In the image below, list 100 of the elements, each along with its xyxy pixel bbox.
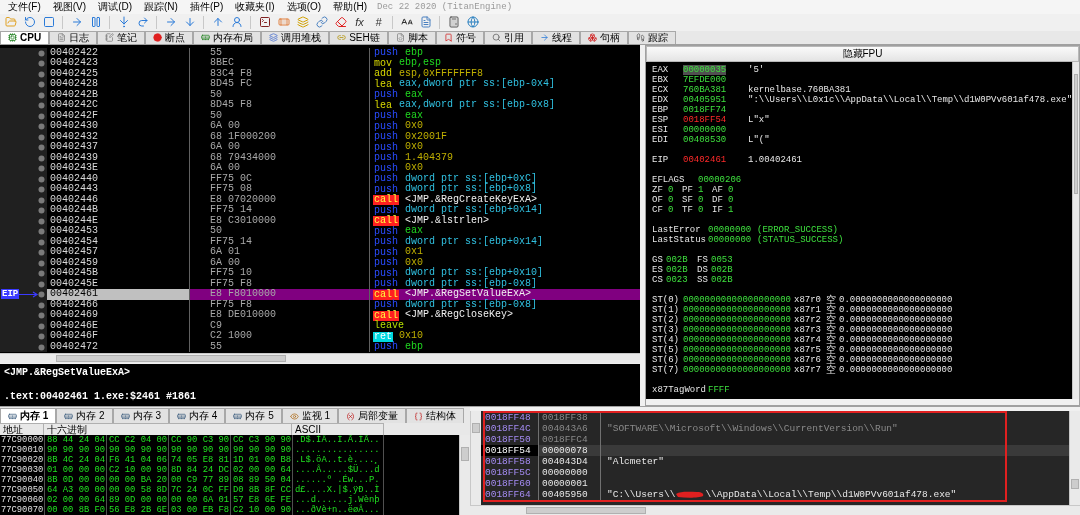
flag-value[interactable]: 0 — [728, 184, 734, 195]
register-value[interactable]: 002B — [711, 274, 733, 285]
mnemonic: call — [373, 289, 399, 300]
register-value[interactable]: 00000000 — [683, 124, 727, 135]
bullet-icon[interactable] — [38, 249, 45, 257]
flag-value[interactable]: 1 — [728, 204, 734, 215]
register-value[interactable]: 00000000000000000000 — [683, 304, 792, 315]
flag-value[interactable]: 0 — [728, 194, 734, 205]
menu-item[interactable]: 文件(F) — [2, 0, 47, 14]
menu-item[interactable]: 跟踪(N) — [138, 0, 184, 14]
bullet-icon[interactable] — [38, 112, 45, 120]
bullet-icon[interactable] — [38, 301, 45, 309]
bullet-icon[interactable] — [38, 175, 45, 183]
flag-value[interactable]: 1 — [698, 184, 704, 195]
tab[interactable]: 内存 5 — [225, 408, 282, 423]
tab[interactable]: 内存 1 — [0, 408, 57, 423]
bullet-icon[interactable] — [38, 270, 45, 278]
bullet-icon[interactable] — [38, 49, 45, 57]
tab[interactable]: 结构体 — [406, 408, 465, 423]
scrollbar[interactable] — [1072, 61, 1079, 399]
bullet-icon[interactable] — [38, 333, 45, 341]
scrollbar[interactable] — [1069, 411, 1080, 505]
register-value[interactable]: 002B — [666, 264, 688, 275]
flag-value[interactable]: 0 — [698, 194, 704, 205]
scrollbar[interactable] — [459, 435, 470, 515]
bullet-icon[interactable] — [38, 165, 45, 173]
menu-item[interactable]: 收藏夹(I) — [229, 0, 281, 14]
bullet-icon[interactable] — [38, 259, 45, 267]
bullet-icon[interactable] — [38, 81, 45, 89]
scrollbar[interactable] — [0, 352, 640, 363]
register-value[interactable]: 00000000000000000000 — [683, 294, 792, 305]
register-value[interactable]: 00000000000000000000 — [683, 314, 792, 325]
bullet-icon[interactable] — [38, 144, 45, 152]
tab[interactable]: 内存 4 — [169, 408, 226, 423]
toolbar-button[interactable] — [257, 14, 272, 30]
register-value[interactable]: 00000206 — [698, 174, 742, 185]
register-value[interactable]: 00402461 — [683, 154, 727, 165]
register-value[interactable]: 00000035 — [683, 64, 727, 75]
bullet-icon[interactable] — [38, 207, 45, 215]
bullet-icon[interactable] — [38, 228, 45, 236]
bullet-icon[interactable] — [38, 133, 45, 141]
hex-bytes: D0 8B 8F CC — [230, 485, 292, 495]
tab[interactable]: 监视 1 — [281, 408, 339, 423]
register-name: EBP — [652, 104, 670, 115]
flag-value[interactable]: 0 — [698, 204, 704, 215]
register-value[interactable]: 00000000000000000000 — [683, 324, 792, 335]
register-value[interactable]: 760BA381 — [683, 84, 727, 95]
hide-fpu-button[interactable]: 隐藏FPU — [646, 45, 1079, 62]
register-value[interactable]: 0053 — [711, 254, 733, 265]
register-name: EDI — [652, 134, 670, 145]
bullet-icon[interactable] — [38, 343, 45, 351]
bullet-icon[interactable] — [38, 91, 45, 99]
bullet-icon[interactable] — [38, 154, 45, 162]
bullet-icon[interactable] — [38, 312, 45, 320]
register-value[interactable]: 00000000000000000000 — [683, 354, 792, 365]
register-value[interactable]: 00405951 — [683, 94, 727, 105]
flag-value[interactable]: 0 — [668, 184, 674, 195]
register-value[interactable]: FFFF — [708, 384, 730, 395]
bullet-icon[interactable] — [38, 60, 45, 68]
register-value[interactable]: 7EFDE000 — [683, 74, 727, 85]
register-value[interactable]: 00000000 — [708, 224, 752, 235]
register-value[interactable]: 00000000000000000000 — [683, 344, 792, 355]
register-value[interactable]: 0023 — [666, 274, 688, 285]
menu-item[interactable]: 选项(O) — [280, 0, 328, 14]
menu-item[interactable]: 调试(D) — [92, 0, 138, 14]
bullet-icon[interactable] — [38, 291, 45, 299]
tab[interactable]: 内存 2 — [56, 408, 113, 423]
menu-item[interactable]: 帮助(H) — [327, 0, 374, 14]
tab[interactable]: 内存 3 — [112, 408, 170, 423]
bullet-icon[interactable] — [38, 238, 45, 246]
bullet-icon[interactable] — [38, 280, 45, 288]
register-value[interactable]: 00408530 — [683, 134, 727, 145]
register-value[interactable]: 0018FF54 — [683, 114, 727, 125]
scrollbar[interactable] — [470, 411, 481, 505]
bullet-icon[interactable] — [38, 102, 45, 110]
tab[interactable]: 局部变量 — [338, 408, 407, 423]
register-value[interactable]: 002B — [711, 264, 733, 275]
menu-item[interactable]: 插件(P) — [183, 0, 230, 14]
register-value[interactable]: 00000000 — [708, 234, 752, 245]
bullet-icon[interactable] — [38, 186, 45, 194]
register-value[interactable]: 0018FF74 — [683, 104, 727, 115]
register-comment: L"x" — [748, 114, 771, 125]
bullet-icon[interactable] — [38, 123, 45, 131]
flag-value[interactable]: 0 — [668, 194, 674, 205]
ascii-text: ................ — [292, 445, 384, 455]
flag-value[interactable]: 0 — [668, 204, 674, 215]
register-value[interactable]: 002B — [666, 254, 688, 265]
menu-item[interactable]: 视图(V) — [46, 0, 93, 14]
hex-bytes: C2 10 00 90 — [106, 465, 168, 475]
register-value[interactable]: 00000000000000000000 — [683, 364, 792, 375]
bullet-icon[interactable] — [38, 217, 45, 225]
toolbar-button[interactable]: fx — [352, 14, 367, 30]
scrollbar[interactable] — [470, 505, 1080, 515]
bullet-icon[interactable] — [38, 196, 45, 204]
bullet-icon[interactable] — [38, 70, 45, 78]
register-alias: x87r3 — [794, 324, 822, 335]
register-value[interactable]: 00000000000000000000 — [683, 334, 792, 345]
toolbar-button[interactable]: # — [371, 14, 386, 30]
toolbar-button[interactable] — [333, 14, 348, 30]
bullet-icon[interactable] — [38, 322, 45, 330]
